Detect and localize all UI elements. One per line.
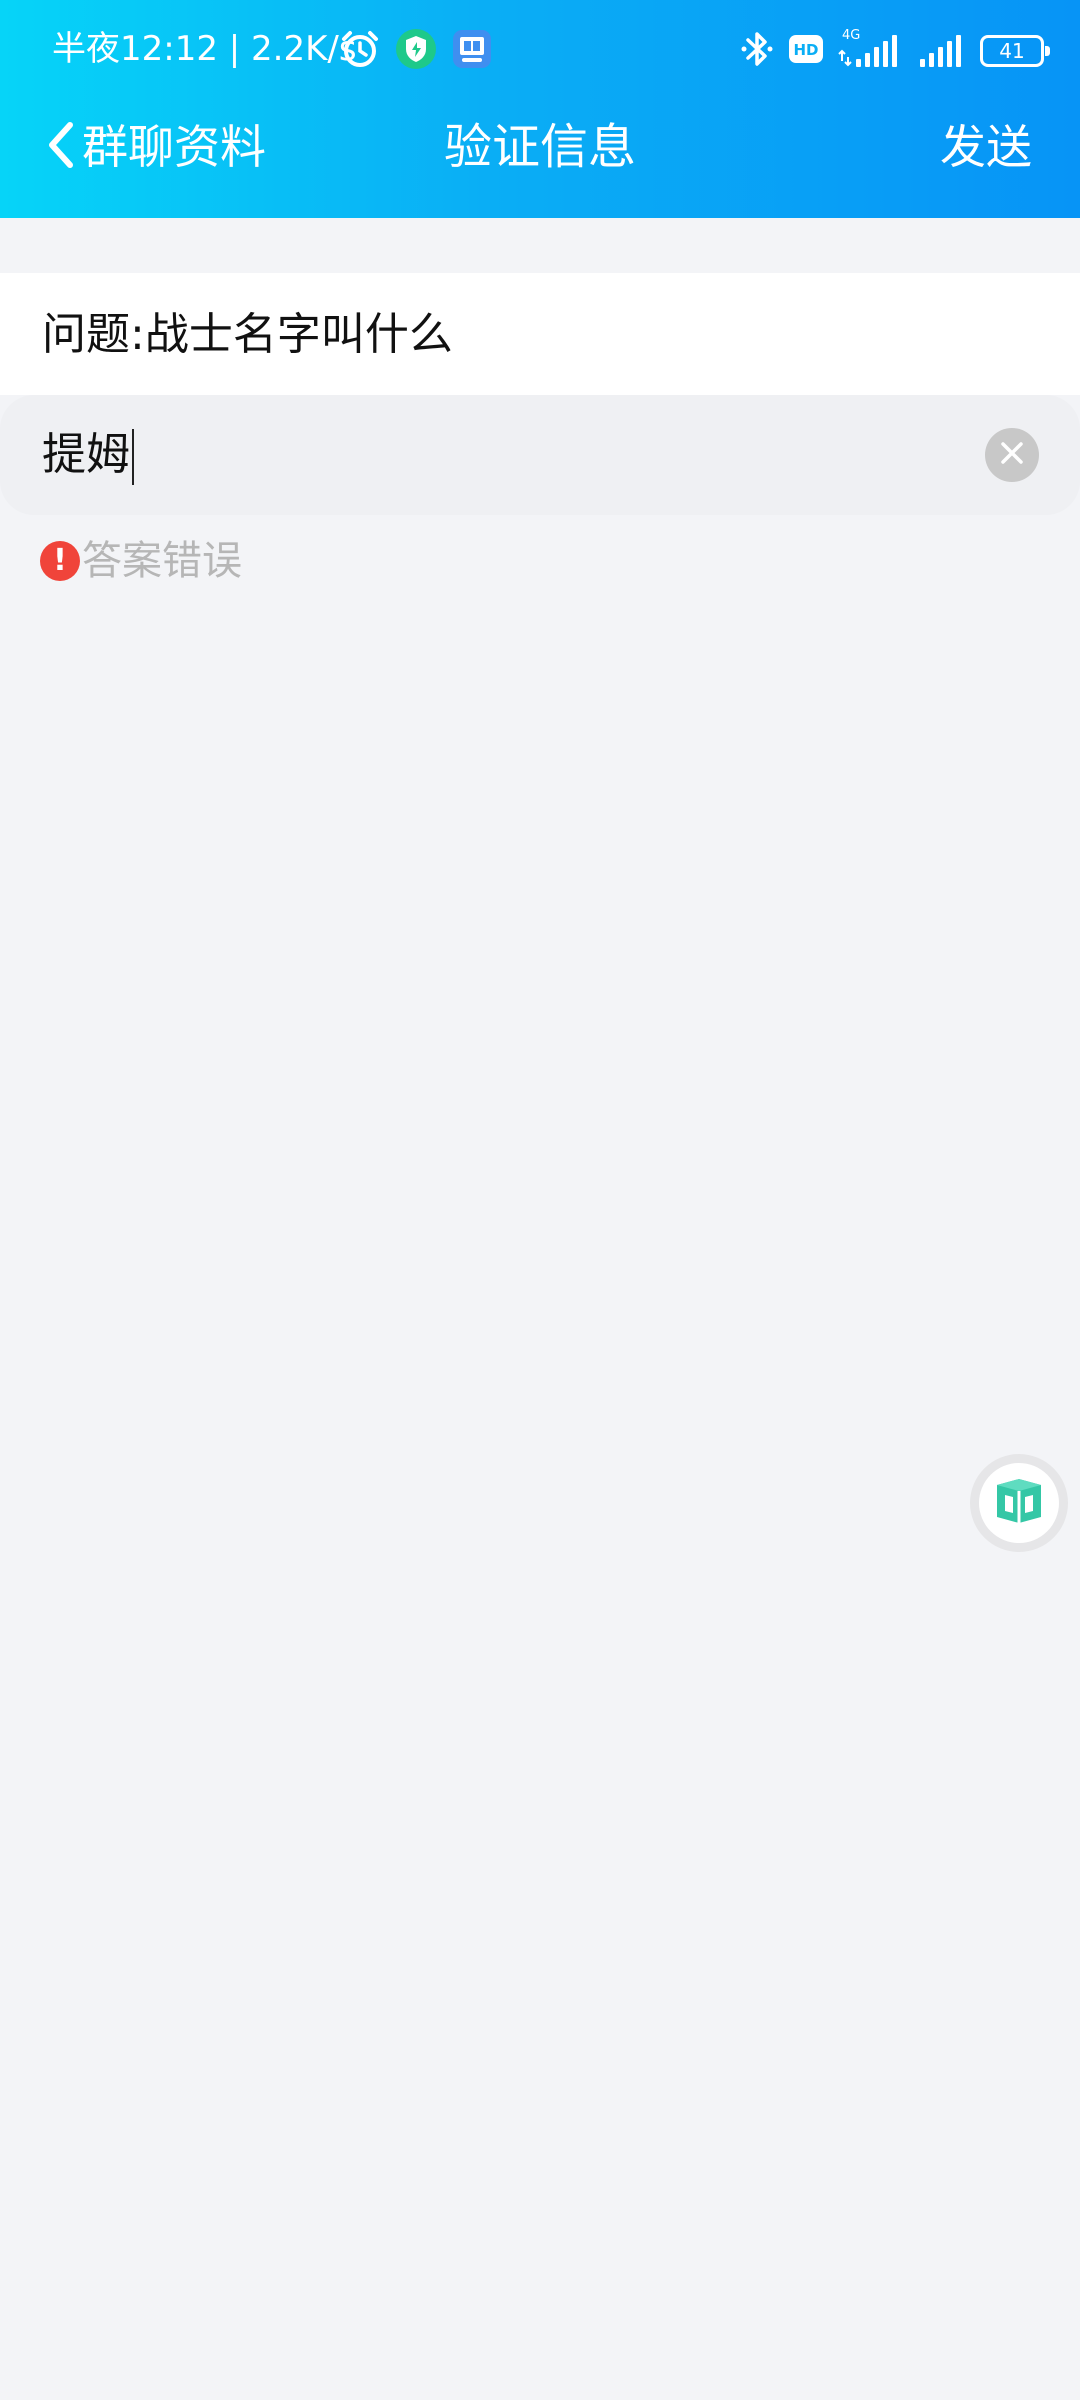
error-icon: ! — [40, 541, 80, 581]
clear-input-button[interactable] — [985, 428, 1039, 482]
alarm-icon — [338, 27, 382, 75]
screen: 半夜12:12 | 2.2K/s HD 4G 41 群聊资料 验证信息 发送 问… — [0, 0, 1080, 2400]
nav-bar: 群聊资料 验证信息 发送 — [0, 100, 1080, 218]
page-title: 验证信息 — [443, 119, 636, 175]
answer-value[interactable]: 提姆 — [42, 428, 134, 485]
cube-app-icon — [993, 1475, 1045, 1531]
svg-text:4G: 4G — [842, 28, 860, 43]
floating-assistant-inner — [979, 1463, 1059, 1543]
hd-voice-icon: HD — [788, 34, 824, 68]
question-text: 问题:战士名字叫什么 — [42, 309, 453, 360]
answer-input[interactable]: 提姆 — [0, 395, 1080, 515]
bluetooth-icon — [740, 27, 774, 75]
send-button[interactable]: 发送 — [940, 114, 1032, 180]
security-shield-icon — [394, 27, 438, 75]
battery-icon: 41 — [980, 35, 1050, 67]
app-notification-icon — [450, 27, 494, 75]
status-bar: 半夜12:12 | 2.2K/s HD 4G 41 — [0, 0, 1080, 100]
close-icon — [998, 439, 1026, 471]
question-row: 问题:战士名字叫什么 — [0, 273, 1080, 395]
status-right-icons: HD 4G 41 — [740, 27, 1050, 75]
status-left-icons — [338, 27, 494, 75]
error-message: ! 答案错误 — [40, 536, 242, 586]
answer-text: 提姆 — [42, 429, 130, 480]
error-text: 答案错误 — [82, 538, 242, 584]
header: 半夜12:12 | 2.2K/s HD 4G 41 群聊资料 验证信息 发送 — [0, 0, 1080, 218]
text-caret — [132, 429, 134, 485]
svg-text:HD: HD — [793, 41, 818, 59]
4g-signal-icon: 4G — [838, 27, 904, 75]
floating-assistant-button[interactable] — [970, 1454, 1068, 1552]
battery-level: 41 — [999, 39, 1025, 63]
status-time: 半夜12:12 | 2.2K/s — [52, 29, 357, 69]
signal-icon — [918, 27, 966, 75]
